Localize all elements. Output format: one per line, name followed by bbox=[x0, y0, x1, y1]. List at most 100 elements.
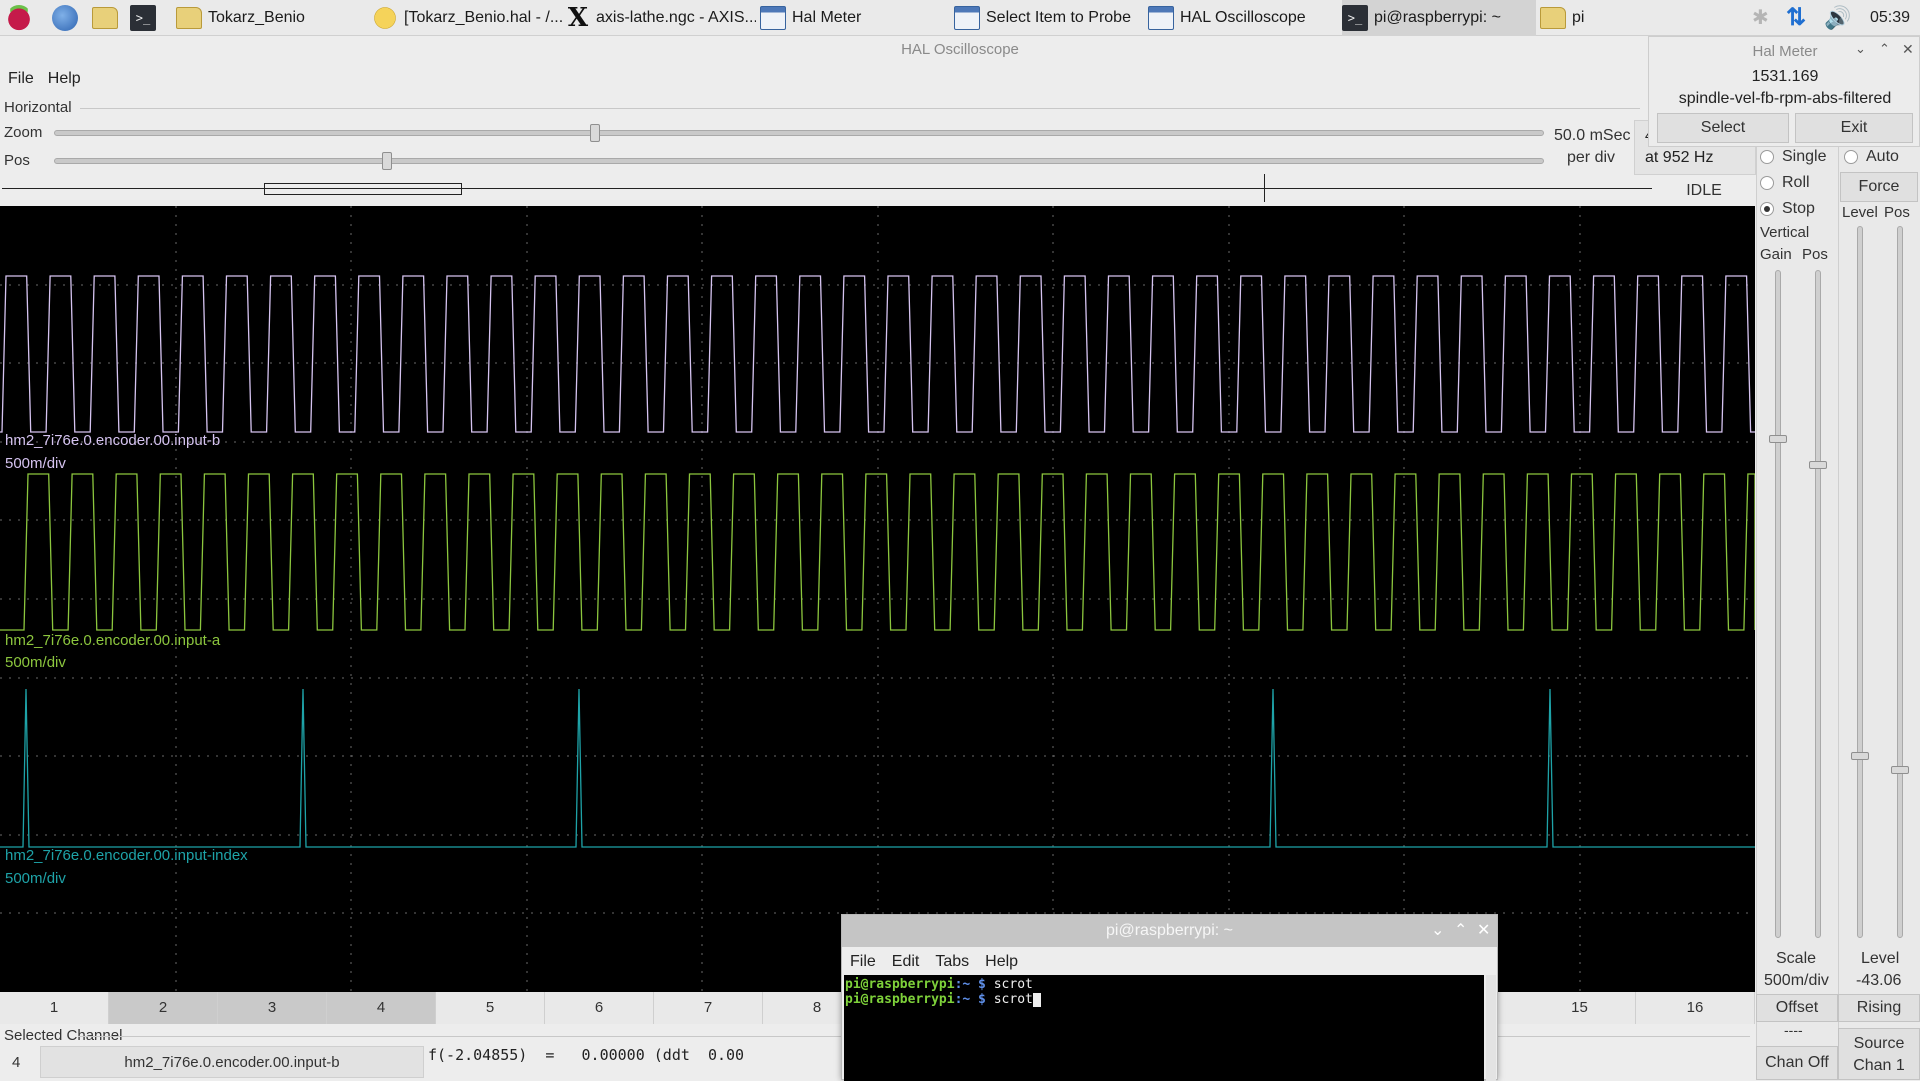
zoom-slider-handle[interactable] bbox=[590, 124, 601, 142]
trace-label-input-a: hm2_7i76e.0.encoder.00.input-a bbox=[5, 632, 221, 649]
pos-slider-handle[interactable] bbox=[381, 152, 392, 170]
x-icon: X bbox=[567, 3, 589, 33]
panel-divider bbox=[1838, 144, 1839, 1080]
zoom-label: Zoom bbox=[4, 124, 43, 141]
chan-off-button[interactable]: Chan Off bbox=[1756, 1046, 1838, 1080]
trace-label-input-b: hm2_7i76e.0.encoder.00.input-b bbox=[5, 432, 221, 449]
selected-channel-name[interactable]: hm2_7i76e.0.encoder.00.input-b bbox=[40, 1046, 424, 1078]
force-button[interactable]: Force bbox=[1840, 172, 1918, 202]
window-icon bbox=[1148, 6, 1174, 30]
trigger-pos-label: Pos bbox=[1884, 204, 1910, 221]
horizontal-group-label: Horizontal bbox=[4, 99, 72, 116]
volume-icon[interactable]: 🔊 bbox=[1824, 4, 1854, 32]
auto-radio[interactable] bbox=[1844, 150, 1858, 164]
menu-help[interactable]: Help bbox=[48, 66, 81, 92]
gain-slider-handle[interactable] bbox=[1769, 435, 1787, 443]
window-icon bbox=[760, 6, 786, 30]
scale-value: 500m/div bbox=[1764, 972, 1829, 989]
record-bar bbox=[2, 188, 1652, 189]
channel-button-4[interactable]: 4 bbox=[327, 992, 436, 1024]
geany-icon bbox=[372, 5, 398, 31]
menu-file[interactable]: File bbox=[8, 66, 34, 92]
single-radio[interactable] bbox=[1760, 150, 1774, 164]
taskbar-item-pi-folder[interactable]: pi bbox=[1540, 0, 1640, 36]
terminal-scrollbar[interactable] bbox=[1486, 975, 1496, 1081]
roll-label: Roll bbox=[1782, 174, 1810, 191]
terminal-launcher-icon[interactable]: >_ bbox=[130, 0, 162, 36]
channel-button-16[interactable]: 16 bbox=[1636, 992, 1755, 1024]
close-icon[interactable]: ✕ bbox=[1477, 915, 1490, 947]
roll-radio[interactable] bbox=[1760, 176, 1774, 190]
channel-button-3[interactable]: 3 bbox=[218, 992, 327, 1024]
scope-display[interactable]: hm2_7i76e.0.encoder.00.input-b 500m/div … bbox=[0, 206, 1755, 992]
channel-button-7[interactable]: 7 bbox=[654, 992, 763, 1024]
vertical-pos-slider[interactable] bbox=[1815, 270, 1821, 938]
terminal-menu-help[interactable]: Help bbox=[985, 953, 1018, 971]
maximize-icon[interactable]: ⌃ bbox=[1454, 915, 1467, 947]
trace-scale-input-index: 500m/div bbox=[5, 870, 66, 887]
vertical-pos-handle[interactable] bbox=[1809, 461, 1827, 469]
folder-icon bbox=[176, 7, 202, 29]
terminal-line: pi@raspberrypi:~ $ scrot bbox=[845, 992, 1483, 1007]
terminal-menu-tabs[interactable]: Tabs bbox=[935, 953, 969, 971]
per-div-label: per div bbox=[1567, 149, 1616, 166]
edge-button[interactable]: Rising bbox=[1838, 994, 1920, 1022]
trace-scale-input-b: 500m/div bbox=[5, 455, 66, 472]
terminal-body[interactable]: pi@raspberrypi:~ $ scrot pi@raspberrypi:… bbox=[844, 975, 1484, 1081]
taskbar-item-select-probe[interactable]: Select Item to Probe bbox=[954, 0, 1144, 36]
maximize-icon[interactable]: ⌃ bbox=[1879, 41, 1890, 57]
terminal-line: pi@raspberrypi:~ $ scrot bbox=[845, 977, 1033, 992]
bluetooth-icon[interactable]: ✱ bbox=[1752, 6, 1769, 30]
source-button[interactable]: Source Chan 1 bbox=[1838, 1028, 1920, 1080]
trigger-pos-slider[interactable] bbox=[1897, 226, 1903, 938]
channel-button-2[interactable]: 2 bbox=[109, 992, 218, 1024]
source-value: Chan 1 bbox=[1853, 1057, 1905, 1074]
taskbar-item-hal-oscilloscope[interactable]: HAL Oscilloscope bbox=[1148, 0, 1338, 36]
browser-icon[interactable] bbox=[52, 0, 84, 36]
trigger-pos-handle[interactable] bbox=[1891, 766, 1909, 774]
trigger-level-slider[interactable] bbox=[1857, 226, 1863, 938]
trigger-marker bbox=[1264, 174, 1265, 202]
trace-input-index bbox=[0, 688, 1755, 848]
hal-meter-value: 1531.169 bbox=[1751, 68, 1819, 85]
channel-button-5[interactable]: 5 bbox=[436, 992, 545, 1024]
hal-meter-select-button[interactable]: Select bbox=[1657, 113, 1789, 143]
taskbar-item-axis[interactable]: X axis-lathe.ngc - AXIS... bbox=[566, 0, 756, 36]
taskbar-item-tokarz-folder[interactable]: Tokarz_Benio bbox=[176, 0, 366, 36]
channel-button-15[interactable]: 15 bbox=[1524, 992, 1636, 1024]
taskbar: >_ Tokarz_Benio [Tokarz_Benio.hal - /...… bbox=[0, 0, 1920, 36]
window-icon bbox=[954, 6, 980, 30]
taskbar-item-hal-editor[interactable]: [Tokarz_Benio.hal - /... bbox=[372, 0, 562, 36]
level-readout-label: Level bbox=[1861, 950, 1900, 967]
hal-meter-signal: spindle-vel-fb-rpm-abs-filtered bbox=[1678, 90, 1892, 107]
folder-icon bbox=[1540, 7, 1566, 29]
taskbar-item-terminal[interactable]: >_ pi@raspberrypi: ~ bbox=[1342, 0, 1536, 36]
zoom-slider-track[interactable] bbox=[54, 130, 1544, 136]
offset-button[interactable]: Offset bbox=[1756, 994, 1838, 1022]
hal-meter-exit-button[interactable]: Exit bbox=[1795, 113, 1913, 143]
channel-button-1[interactable]: 1 bbox=[0, 992, 109, 1024]
pos-slider-track[interactable] bbox=[54, 158, 1544, 164]
trigger-level-handle[interactable] bbox=[1851, 752, 1869, 760]
record-window[interactable] bbox=[264, 183, 462, 195]
zoom-value: 50.0 mSec bbox=[1554, 127, 1631, 144]
stop-label: Stop bbox=[1782, 200, 1815, 217]
clock: 05:39 bbox=[1870, 9, 1911, 26]
gain-slider[interactable] bbox=[1775, 270, 1781, 938]
single-label: Single bbox=[1782, 148, 1827, 165]
terminal-menu-file[interactable]: File bbox=[850, 953, 876, 971]
minimize-icon[interactable]: ⌄ bbox=[1431, 915, 1444, 947]
stop-radio[interactable] bbox=[1760, 202, 1774, 216]
channel-button-6[interactable]: 6 bbox=[545, 992, 654, 1024]
taskbar-item-hal-meter[interactable]: Hal Meter bbox=[760, 0, 950, 36]
trace-input-b bbox=[0, 275, 1755, 433]
file-manager-icon[interactable] bbox=[92, 0, 124, 36]
terminal-window: pi@raspberrypi: ~ ⌄ ⌃ ✕ File Edit Tabs H… bbox=[841, 914, 1498, 1081]
close-icon[interactable]: ✕ bbox=[1902, 41, 1914, 58]
trace-scale-input-a: 500m/div bbox=[5, 654, 66, 671]
raspberry-menu-icon[interactable] bbox=[6, 0, 38, 36]
trigger-level-label: Level bbox=[1842, 204, 1878, 221]
minimize-icon[interactable]: ⌄ bbox=[1855, 41, 1866, 57]
network-icon[interactable]: ⇅ bbox=[1786, 4, 1814, 32]
terminal-menu-edit[interactable]: Edit bbox=[892, 953, 920, 971]
